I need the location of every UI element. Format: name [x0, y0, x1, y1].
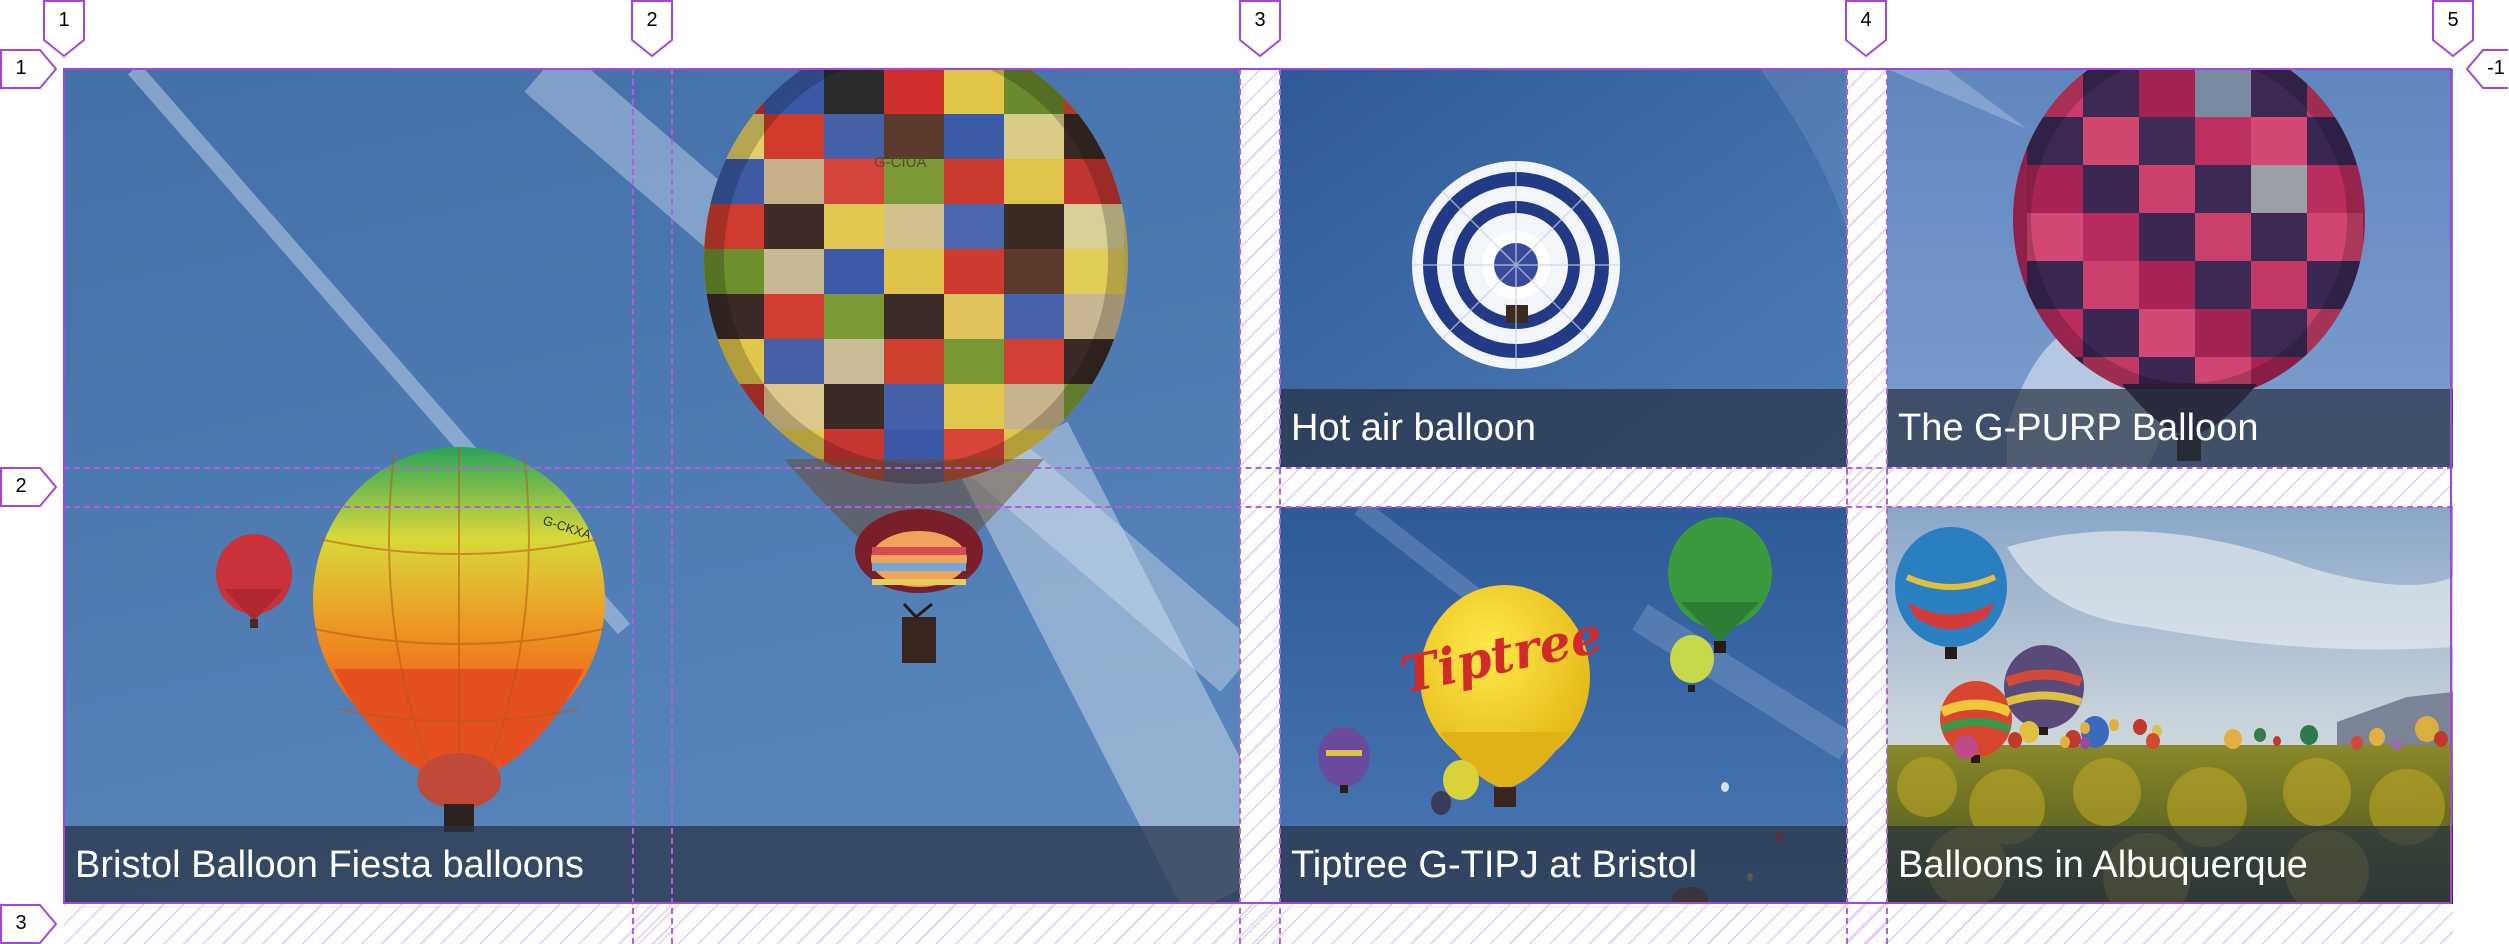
row-gap-hatch-3 [64, 904, 2453, 944]
grid-line-row-2b [64, 506, 2453, 508]
tile-caption-gpurp: The G-PURP Balloon [1887, 389, 2453, 467]
column-line-marker-3: 3 [1239, 0, 1281, 58]
grid-line-row-2a [64, 467, 2453, 469]
row-line-marker-neg1: -1 [2465, 49, 2509, 89]
tile-caption-tiptree: Tiptree G-TIPJ at Bristol [1280, 826, 1847, 904]
row-gap-hatch-2 [1280, 467, 2453, 507]
column-line-marker-4: 4 [1845, 0, 1887, 58]
gallery-tile-hot-air-balloon[interactable]: Hot air balloon [1280, 69, 1847, 467]
tile-caption-albuquerque: Balloons in Albuquerque [1887, 826, 2453, 904]
bristol-fiesta-photo: G-CKXA G-CIUA [64, 69, 1240, 904]
tile-caption-bristol-fiesta: Bristol Balloon Fiesta balloons [64, 826, 1240, 904]
gallery-tile-albuquerque[interactable]: Balloons in Albuquerque [1887, 507, 2453, 904]
gallery-tile-gpurp[interactable]: The G-PURP Balloon [1887, 69, 2453, 467]
row-line-marker-2: 2 [0, 467, 58, 507]
gallery-tile-tiptree[interactable]: Tiptree Tiptree G-TIPJ at Bristol [1280, 507, 1847, 904]
row-line-marker-3: 3 [0, 904, 58, 944]
column-line-marker-2: 2 [631, 0, 673, 58]
hidden-gap-hatch-col2 [632, 904, 672, 944]
tile-caption-hot-air-balloon: Hot air balloon [1280, 389, 1847, 467]
row-line-marker-1: 1 [0, 49, 58, 89]
gallery-tile-bristol-fiesta[interactable]: G-CKXA G-CIUA Bristol Balloon Fiesta bal… [64, 69, 1240, 904]
balloon-registration-gciua: G-CIUA [874, 154, 927, 171]
